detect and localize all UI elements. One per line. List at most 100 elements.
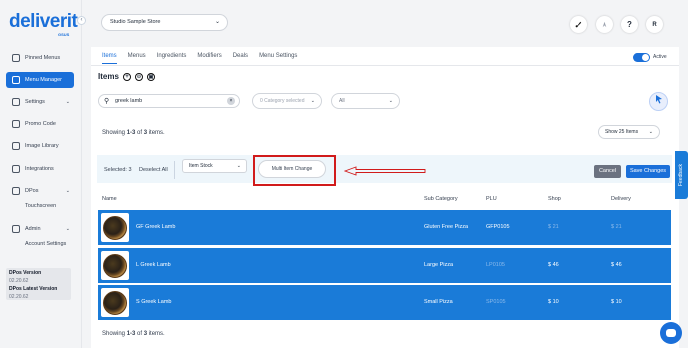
tag-icon [12, 120, 20, 128]
status-filter[interactable]: All ⌄ [331, 93, 400, 109]
showing-count-bottom: Showing 1-3 of 3 items. [102, 331, 165, 337]
chevron-down-icon: ⌄ [310, 98, 315, 104]
admin-icon [12, 225, 20, 233]
sidebar-item-menu-manager[interactable]: Menu Manager [6, 72, 74, 88]
deselect-all-link[interactable]: Deselect All [139, 167, 168, 173]
column-header-shop[interactable]: Shop [548, 196, 561, 202]
item-delivery-price: $ 21 [611, 224, 622, 230]
rocket-icon[interactable] [570, 16, 587, 33]
showing-count-top: Showing 1-3 of 3 items. [102, 130, 165, 136]
item-plu: LP0105 [486, 262, 505, 268]
selected-count: Selected: 3 [104, 167, 132, 173]
dpos-latest-version-label: DPos Latest Version [9, 286, 58, 292]
sidebar-item-label: Image Library [25, 143, 59, 149]
item-delivery-price: $ 46 [611, 262, 622, 268]
sidebar-item-label: Menu Manager [25, 77, 62, 83]
chevron-down-icon: ⌄ [648, 129, 653, 135]
active-toggle-label: Active [653, 54, 667, 60]
brand-sub: GSUS [58, 32, 70, 37]
sidebar-item-pinned-menus[interactable]: Pinned Menus [6, 50, 74, 66]
column-header-sub-category[interactable]: Sub Category [424, 196, 458, 202]
cursor-icon [655, 95, 662, 104]
sidebar-item-label: Settings [25, 99, 45, 105]
category-filter[interactable]: 0 Category selected ⌄ [252, 93, 322, 109]
help-icon[interactable]: ? [621, 16, 638, 33]
sidebar-subitem-touchscreen[interactable]: Touchscreen [25, 203, 56, 209]
filter-toggle-button[interactable] [649, 92, 668, 111]
pin-icon [12, 54, 20, 62]
store-select-value: Studio Sample Store [110, 19, 161, 25]
tab-ingredients[interactable]: Ingredients [157, 53, 187, 64]
item-shop-price: $ 21 [548, 224, 559, 230]
showing-post: items. [147, 130, 165, 136]
dpos-version-label: DPos Version [9, 270, 42, 276]
tab-items[interactable]: Items [102, 53, 117, 64]
sidebar-item-dpos[interactable]: DPos ⌄ [6, 183, 74, 199]
tab-menu-settings[interactable]: Menu Settings [259, 53, 297, 64]
sidebar-item-image-library[interactable]: Image Library [6, 138, 74, 154]
sidebar-item-label: Admin [25, 226, 41, 232]
page-title: Items [98, 72, 119, 81]
sidebar-item-integrations[interactable]: Integrations [6, 161, 74, 177]
item-stock-select[interactable]: Item Stock ⌄ [182, 159, 247, 173]
page-size-select[interactable]: Show 25 Items ⌄ [598, 125, 660, 139]
showing-mid: of [135, 331, 144, 337]
pizza-image [103, 215, 127, 240]
item-shop-price: $ 10 [548, 299, 559, 305]
item-print-button[interactable]: ▣ [147, 73, 155, 81]
item-sub-category: Large Pizza [424, 262, 454, 268]
status-filter-value: All [339, 98, 345, 104]
annotation-arrow-icon [344, 166, 426, 176]
pos-icon [12, 187, 20, 195]
plug-icon [12, 165, 20, 173]
highlight-box [253, 155, 336, 186]
search-input[interactable]: ⚲ greek lamb × [98, 94, 240, 108]
sidebar-item-admin[interactable]: Admin ⌄ [6, 221, 74, 237]
pizza-image [103, 290, 127, 315]
showing-pre: Showing [102, 130, 127, 136]
column-header-delivery[interactable]: Delivery [611, 196, 631, 202]
user-avatar[interactable]: R [646, 16, 663, 33]
save-changes-button[interactable]: Save Changes [626, 165, 670, 178]
sidebar-item-settings[interactable]: Settings ⌄ [6, 94, 74, 110]
launch-icon[interactable] [596, 16, 613, 33]
tab-bar: Items Menus Ingredients Modifiers Deals … [102, 53, 308, 64]
item-thumbnail [101, 213, 129, 242]
item-shop-price: $ 46 [548, 262, 559, 268]
tab-menus[interactable]: Menus [128, 53, 146, 64]
item-options-button[interactable]: ⊙ [135, 73, 143, 81]
item-stock-value: Item Stock [189, 163, 213, 169]
showing-mid: of [135, 130, 144, 136]
tab-deals[interactable]: Deals [233, 53, 248, 64]
sidebar-item-label: Integrations [25, 166, 54, 172]
divider [174, 161, 175, 179]
clear-search-icon[interactable]: × [227, 97, 235, 105]
dpos-version-value: 02.20.62 [9, 278, 29, 284]
column-header-plu[interactable]: PLU [486, 196, 497, 202]
chevron-down-icon: ⌄ [65, 226, 70, 232]
feedback-tab[interactable]: Feedback [675, 151, 688, 199]
page-size-value: Show 25 Items [605, 129, 639, 135]
chevron-down-icon: ⌄ [65, 188, 70, 194]
column-header-name[interactable]: Name [102, 196, 117, 202]
chat-button[interactable] [660, 322, 682, 344]
active-toggle[interactable] [633, 53, 650, 62]
cancel-button[interactable]: Cancel [594, 165, 621, 178]
table-row[interactable]: L Greek Lamb Large Pizza LP0105 $ 46 $ 4… [98, 248, 671, 283]
table-row[interactable]: GF Greek Lamb Gluten Free Pizza GFP0105 … [98, 210, 671, 245]
table-row[interactable]: S Greek Lamb Small Pizza SP0105 $ 10 $ 1… [98, 285, 671, 320]
showing-pre: Showing [102, 331, 127, 337]
pizza-image [103, 253, 127, 278]
tab-modifiers[interactable]: Modifiers [197, 53, 221, 64]
store-select[interactable]: Studio Sample Store ⌄ [101, 14, 228, 31]
sidebar-subitem-account-settings[interactable]: Account Settings [25, 241, 66, 247]
item-plu: SP0105 [486, 299, 506, 305]
app-root: deliverit GSUS Pinned Menus Menu Manager… [0, 0, 688, 348]
add-item-button[interactable]: + [123, 73, 131, 81]
sidebar-item-promo-code[interactable]: Promo Code [6, 116, 74, 132]
main-panel: Items Menus Ingredients Modifiers Deals … [91, 47, 679, 348]
menu-icon [12, 76, 20, 84]
chevron-down-icon: ⌄ [388, 98, 393, 104]
item-name: L Greek Lamb [136, 262, 171, 268]
sidebar-collapse-button[interactable]: ‹ [77, 16, 86, 25]
